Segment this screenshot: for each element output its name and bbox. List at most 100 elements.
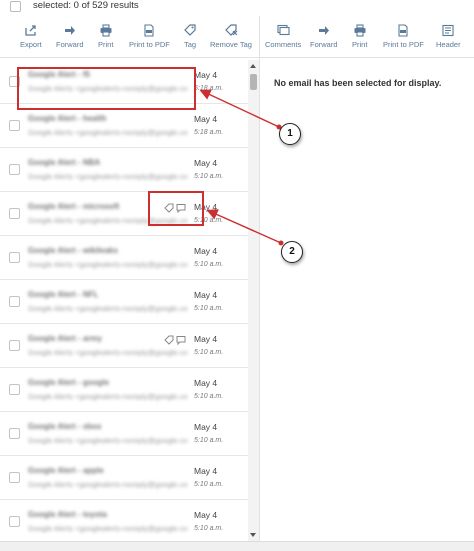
email-subject: Google Alert - NBA (28, 158, 101, 167)
row-checkbox[interactable] (9, 164, 20, 175)
email-subject: Google Alert - health (28, 114, 107, 123)
reading-pane-empty-message: No email has been selected for display. (274, 78, 442, 88)
email-from: Google Alerts <googlealerts-noreply@goog… (28, 128, 188, 137)
print-to-pdf-button[interactable]: Print to PDF (129, 24, 170, 49)
tag-button[interactable]: Tag (183, 24, 197, 49)
email-list: Google Alert - f5 Google Alerts <googlea… (0, 60, 248, 541)
email-subject: Google Alert - army (28, 334, 102, 343)
email-date: May 4 (194, 466, 218, 476)
tag-icon[interactable] (164, 335, 174, 345)
pane-divider (259, 16, 260, 541)
row-checkbox[interactable] (9, 384, 20, 395)
pdf-icon (396, 24, 410, 37)
email-row[interactable]: Google Alert - xbox Google Alerts <googl… (0, 412, 248, 456)
remove-tag-icon (224, 24, 238, 37)
email-from: Google Alerts <googlealerts-noreply@goog… (28, 524, 188, 533)
email-subject: Google Alert - wikileaks (28, 246, 118, 255)
email-from: Google Alerts <googlealerts-noreply@goog… (28, 304, 188, 313)
email-subject: Google Alert - xbox (28, 422, 102, 431)
forward-icon (317, 24, 331, 37)
print-icon (353, 24, 367, 37)
scroll-up-arrow-icon[interactable] (250, 64, 256, 68)
row-checkbox[interactable] (9, 252, 20, 263)
list-scrollbar[interactable] (248, 60, 259, 541)
tag-icon (183, 24, 197, 37)
email-row[interactable]: Google Alert - google Google Alerts <goo… (0, 368, 248, 412)
row-checkbox[interactable] (9, 296, 20, 307)
email-from: Google Alerts <googlealerts-noreply@goog… (28, 436, 188, 445)
print-button-right[interactable]: Print (352, 24, 367, 49)
email-date: May 4 (194, 70, 218, 80)
email-row[interactable]: Google Alert - apple Google Alerts <goog… (0, 456, 248, 500)
row-checkbox[interactable] (9, 120, 20, 131)
print-button[interactable]: Print (98, 24, 113, 49)
comment-icon[interactable] (176, 335, 186, 346)
email-time: 5:10 a.m. (194, 393, 224, 400)
email-time: 5:10 a.m. (194, 173, 224, 180)
annotation-callout: 2 (281, 241, 303, 263)
header-icon (441, 24, 455, 37)
annotation-callout: 1 (279, 123, 301, 145)
email-row[interactable]: Google Alert - health Google Alerts <goo… (0, 104, 248, 148)
bottom-scrollbar[interactable] (0, 541, 474, 551)
email-subject: Google Alert - apple (28, 466, 104, 475)
email-from: Google Alerts <googlealerts-noreply@goog… (28, 260, 188, 269)
export-button[interactable]: Export (20, 24, 42, 49)
email-subject: Google Alert - google (28, 378, 110, 387)
email-date: May 4 (194, 158, 218, 168)
email-subject: Google Alert - NFL (28, 290, 99, 299)
email-date: May 4 (194, 246, 218, 256)
select-all-checkbox[interactable] (10, 1, 21, 12)
email-row[interactable]: Google Alert - army Google Alerts <googl… (0, 324, 248, 368)
email-time: 5:10 a.m. (194, 349, 224, 356)
email-row[interactable]: Google Alert - NBA Google Alerts <google… (0, 148, 248, 192)
row-checkbox[interactable] (9, 516, 20, 527)
row-checkbox[interactable] (9, 472, 20, 483)
email-row[interactable]: Google Alert - NFL Google Alerts <google… (0, 280, 248, 324)
email-time: 5:10 a.m. (194, 305, 224, 312)
email-date: May 4 (194, 422, 218, 432)
email-time: 5:18 a.m. (194, 129, 224, 136)
selected-count: selected: 0 of 529 results (33, 0, 139, 11)
email-date: May 4 (194, 290, 218, 300)
email-date: May 4 (194, 378, 218, 388)
remove-tag-button[interactable]: Remove Tag (210, 24, 252, 49)
email-row[interactable]: Google Alert - wikileaks Google Alerts <… (0, 236, 248, 280)
reading-toolbar: Comments Forward Print Print to PDF Head… (260, 18, 474, 58)
email-subject: Google Alert - microsoft (28, 202, 120, 211)
print-to-pdf-button-right[interactable]: Print to PDF (383, 24, 424, 49)
print-icon (99, 24, 113, 37)
email-date: May 4 (194, 334, 218, 344)
list-toolbar: Export Forward Print Print to PDF Tag Re… (0, 18, 259, 58)
export-icon (24, 24, 38, 37)
forward-icon (63, 24, 77, 37)
row-checkbox[interactable] (9, 340, 20, 351)
row-checkbox[interactable] (9, 428, 20, 439)
email-row[interactable]: Google Alert - microsoft Google Alerts <… (0, 192, 248, 236)
email-time: 5:10 a.m. (194, 525, 224, 532)
forward-button-right[interactable]: Forward (310, 24, 338, 49)
forward-button[interactable]: Forward (56, 24, 84, 49)
email-date: May 4 (194, 510, 218, 520)
email-row[interactable]: Google Alert - toyota Google Alerts <goo… (0, 500, 248, 541)
selection-bar: selected: 0 of 529 results (0, 0, 474, 16)
comments-icon (276, 24, 290, 37)
scroll-down-arrow-icon[interactable] (250, 533, 256, 537)
row-checkbox[interactable] (9, 208, 20, 219)
row-indicator-icons (164, 332, 188, 346)
email-time: 5:10 a.m. (194, 437, 224, 444)
email-time: 5:10 a.m. (194, 481, 224, 488)
header-button[interactable]: Header (436, 24, 461, 49)
annotation-highlight-box (148, 191, 204, 226)
email-from: Google Alerts <googlealerts-noreply@goog… (28, 392, 188, 401)
pdf-icon (142, 24, 156, 37)
email-from: Google Alerts <googlealerts-noreply@goog… (28, 172, 188, 181)
email-from: Google Alerts <googlealerts-noreply@goog… (28, 480, 188, 489)
email-date: May 4 (194, 114, 218, 124)
email-time: 5:10 a.m. (194, 261, 224, 268)
email-subject: Google Alert - toyota (28, 510, 107, 519)
email-from: Google Alerts <googlealerts-noreply@goog… (28, 348, 188, 357)
scrollbar-thumb[interactable] (250, 74, 257, 90)
comments-button[interactable]: Comments (265, 24, 301, 49)
email-time: 5:18 a.m. (194, 85, 224, 92)
